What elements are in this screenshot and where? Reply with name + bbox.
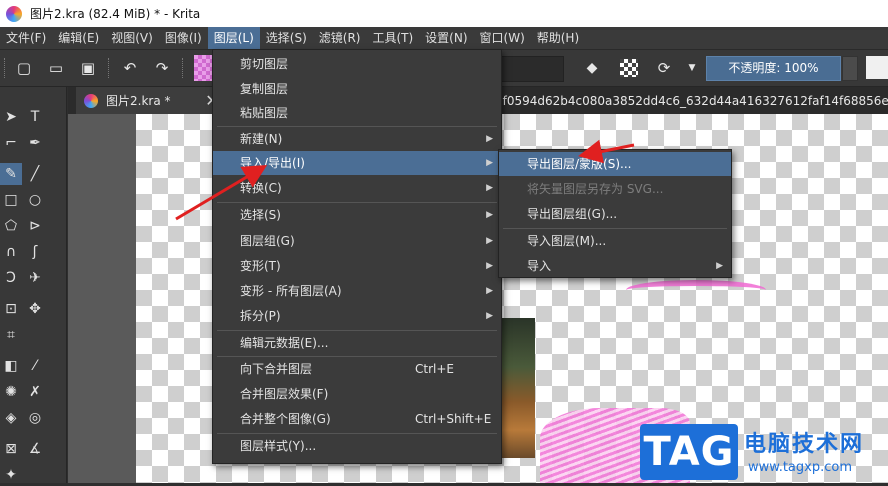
watermark-tag-logo: TAG [640,424,738,480]
watermark-site-name: 电脑技术网 [744,432,865,457]
red-arrow-to-import-export [175,164,268,221]
red-arrow-to-export-layer [578,139,635,164]
watermark-url: www.tagxp.com [748,460,852,475]
annotation-arrows [175,139,635,221]
